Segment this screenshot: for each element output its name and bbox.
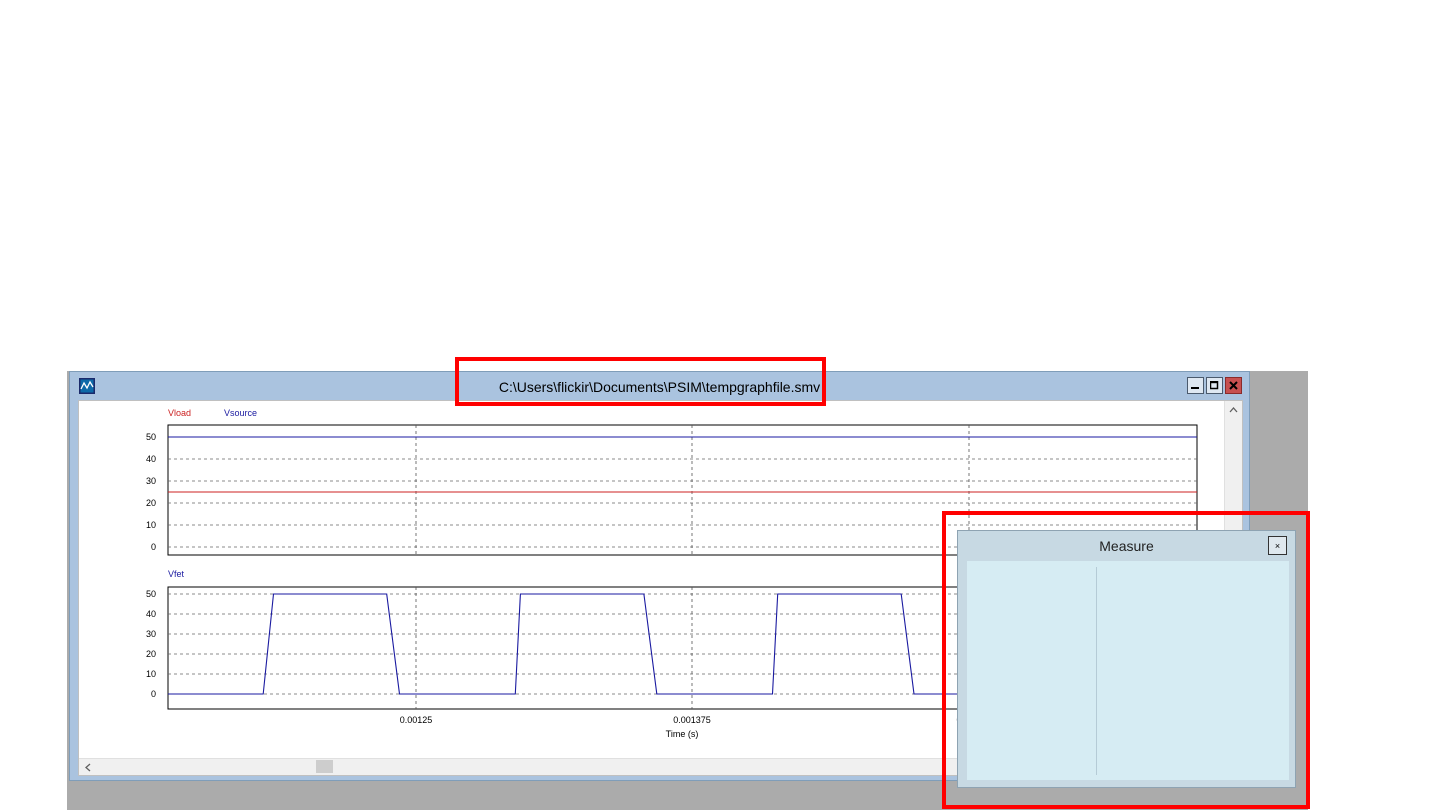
legend-label-vfet: Vfet [168, 569, 185, 579]
y-tick-label: 0 [151, 689, 156, 699]
close-button[interactable] [1225, 377, 1242, 394]
minimize-button[interactable] [1187, 377, 1204, 394]
series-line-vfet [168, 593, 1036, 695]
y-tick-label: 10 [146, 520, 156, 530]
y-tick-label: 0 [151, 542, 156, 552]
y-tick-label: 50 [146, 432, 156, 442]
title-highlight-box [455, 357, 826, 406]
maximize-icon [1210, 381, 1219, 390]
x-tick-label: 0.00125 [400, 715, 433, 725]
y-tick-label: 50 [146, 589, 156, 599]
chevron-up-icon [1229, 406, 1238, 412]
legend-label-vsource: Vsource [224, 408, 257, 418]
scroll-left-button[interactable] [79, 759, 96, 775]
chevron-left-icon [84, 763, 90, 771]
x-axis-title: Time (s) [666, 729, 699, 739]
y-tick-label: 40 [146, 454, 156, 464]
scroll-up-button[interactable] [1225, 401, 1242, 418]
measure-highlight-box [942, 511, 1310, 809]
y-tick-label: 40 [146, 609, 156, 619]
legend-label-vload: Vload [168, 408, 191, 418]
close-icon [1229, 381, 1238, 390]
maximize-button[interactable] [1206, 377, 1223, 394]
y-tick-label: 20 [146, 498, 156, 508]
y-tick-label: 30 [146, 629, 156, 639]
minimize-icon [1191, 387, 1199, 389]
x-tick-label: 0.001375 [673, 715, 711, 725]
y-tick-label: 30 [146, 476, 156, 486]
y-tick-label: 10 [146, 669, 156, 679]
scroll-thumb[interactable] [316, 760, 333, 773]
y-tick-label: 20 [146, 649, 156, 659]
